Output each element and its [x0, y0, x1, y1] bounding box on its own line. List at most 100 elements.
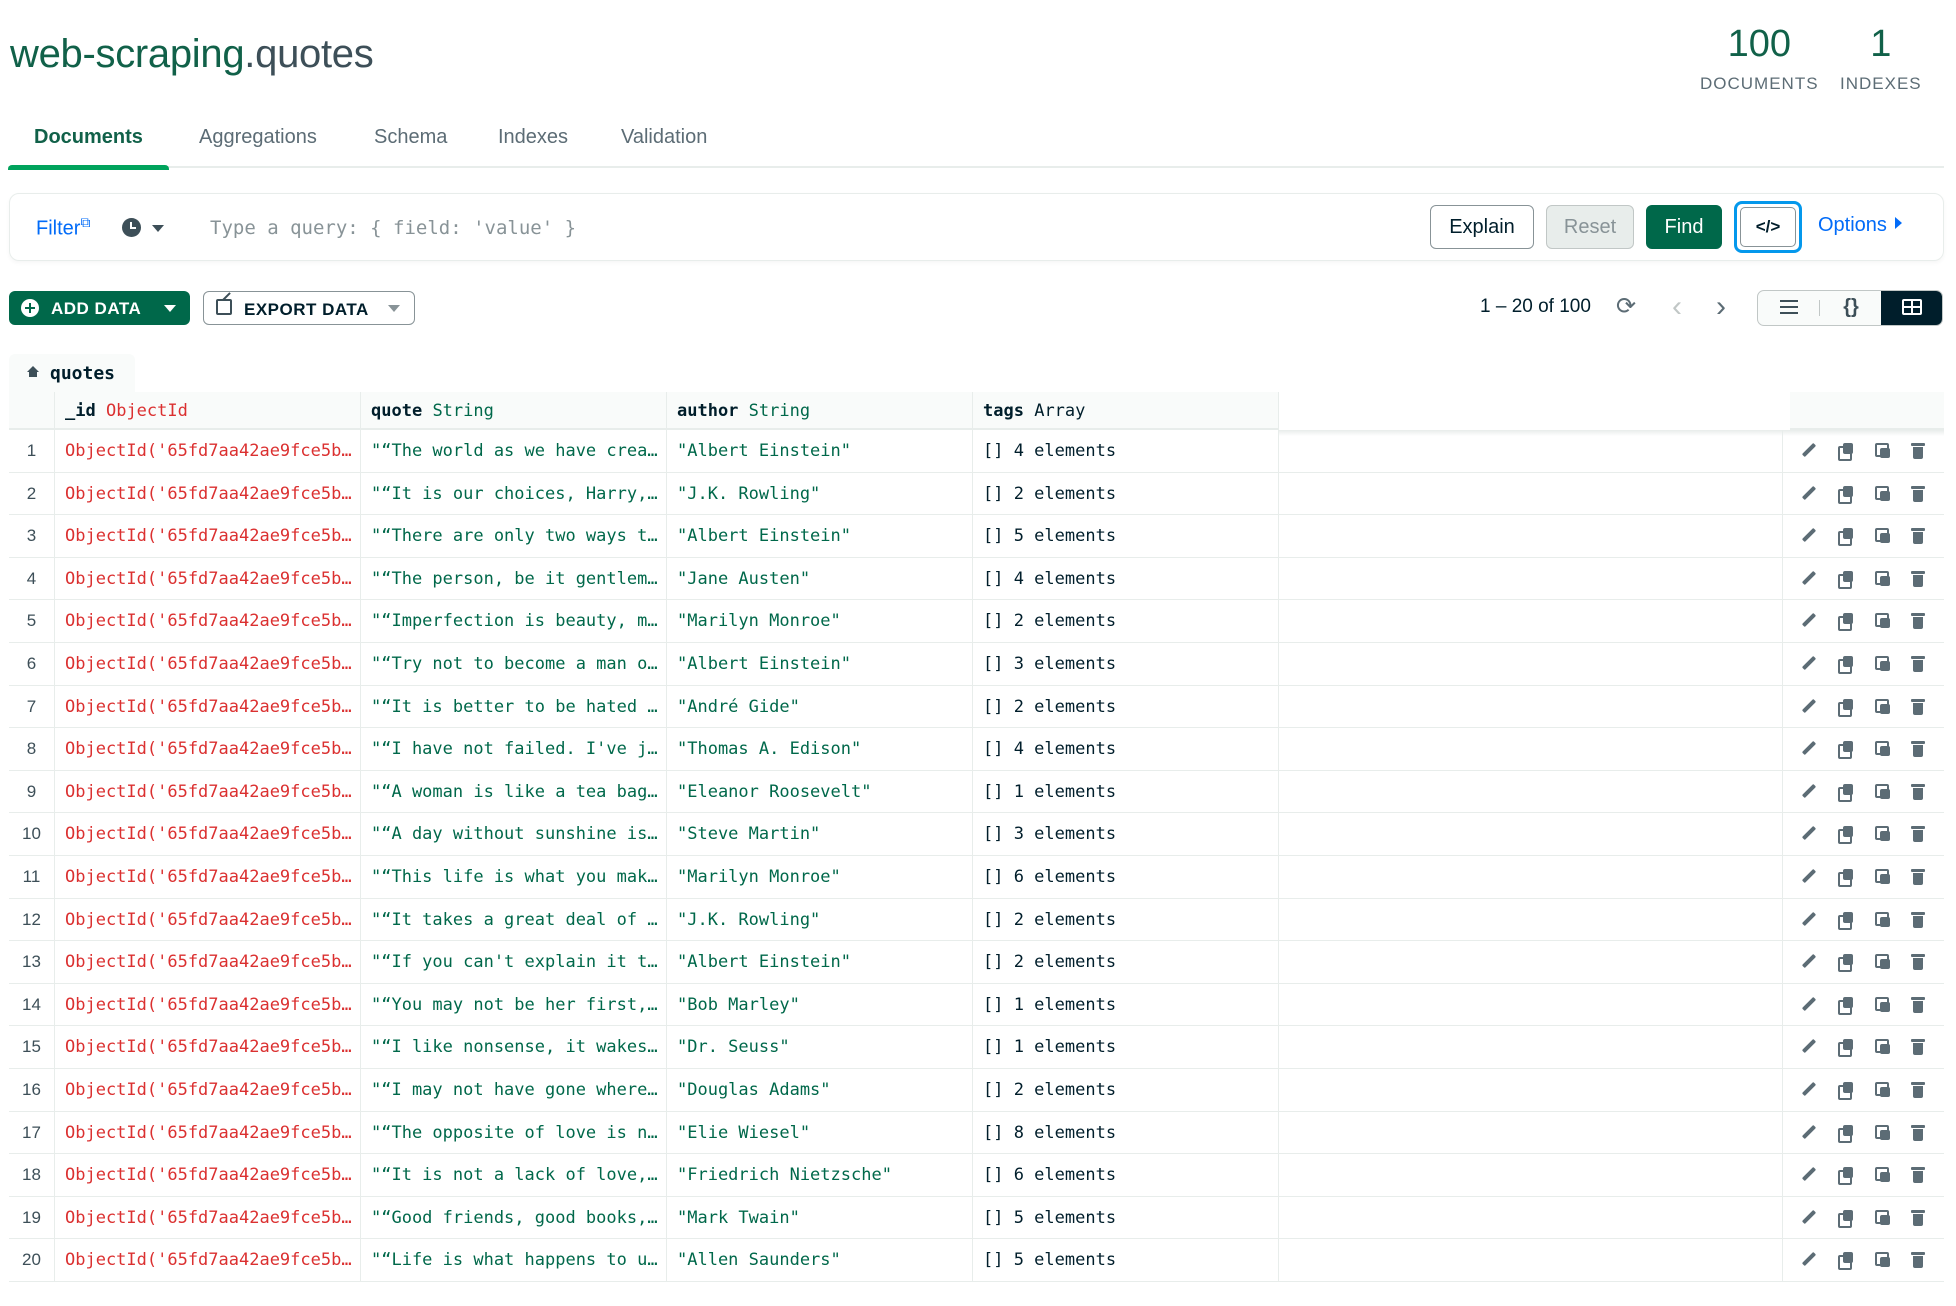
- copy-icon[interactable]: [1838, 443, 1854, 461]
- table-row[interactable]: 5 ObjectId('65fd7aa42ae9fce5b… "“Imperfect…: [9, 600, 1944, 643]
- edit-icon[interactable]: [1801, 912, 1817, 928]
- cell-id[interactable]: ObjectId('65fd7aa42ae9fce5b…: [55, 642, 361, 685]
- clone-icon[interactable]: [1875, 698, 1891, 715]
- cell-author[interactable]: "Allen Saunders": [667, 1239, 973, 1281]
- cell-id[interactable]: ObjectId('65fd7aa42ae9fce5b…: [55, 813, 361, 855]
- delete-icon[interactable]: [1910, 1252, 1926, 1269]
- cell-id[interactable]: ObjectId('65fd7aa42ae9fce5b…: [55, 1111, 361, 1154]
- cell-tags[interactable]: [] 6 elements: [973, 1154, 1279, 1196]
- cell-id[interactable]: ObjectId('65fd7aa42ae9fce5b…: [55, 1196, 361, 1239]
- table-row[interactable]: 9 ObjectId('65fd7aa42ae9fce5b… "“A woman i…: [9, 770, 1944, 814]
- cell-author[interactable]: "Thomas A. Edison": [667, 728, 973, 770]
- breadcrumb[interactable]: quotes: [9, 354, 135, 392]
- cell-author[interactable]: "Albert Einstein": [667, 642, 973, 685]
- tab-validation[interactable]: Validation: [595, 122, 733, 168]
- cell-quote[interactable]: "“The person, be it gentlem…: [361, 557, 667, 600]
- cell-quote[interactable]: "“Try not to become a man o…: [361, 642, 667, 685]
- cell-author[interactable]: "Douglas Adams": [667, 1068, 973, 1111]
- filter-link[interactable]: Filter⧉: [36, 214, 90, 241]
- copy-icon[interactable]: [1838, 1252, 1854, 1271]
- edit-icon[interactable]: [1801, 1039, 1817, 1055]
- clone-icon[interactable]: [1875, 1124, 1891, 1141]
- table-row[interactable]: 1 ObjectId('65fd7aa42ae9fce5b… "“The world…: [9, 430, 1944, 473]
- clone-icon[interactable]: [1875, 826, 1891, 842]
- edit-icon[interactable]: [1801, 826, 1817, 842]
- chevron-left-icon[interactable]: ‹: [1672, 292, 1682, 322]
- delete-icon[interactable]: [1910, 868, 1926, 885]
- delete-icon[interactable]: [1910, 826, 1926, 843]
- cell-quote[interactable]: "“If you can't explain it t…: [361, 941, 667, 983]
- clone-icon[interactable]: [1875, 570, 1891, 587]
- table-row[interactable]: 14 ObjectId('65fd7aa42ae9fce5b… "“You may …: [9, 983, 1944, 1027]
- cell-tags[interactable]: [] 2 elements: [973, 898, 1279, 941]
- edit-icon[interactable]: [1801, 1125, 1817, 1141]
- copy-icon[interactable]: [1838, 1124, 1854, 1143]
- json-view-button[interactable]: {}: [1820, 291, 1882, 325]
- cell-id[interactable]: ObjectId('65fd7aa42ae9fce5b…: [55, 1068, 361, 1111]
- cell-tags[interactable]: [] 5 elements: [973, 1239, 1279, 1281]
- copy-icon[interactable]: [1838, 783, 1854, 802]
- cell-id[interactable]: ObjectId('65fd7aa42ae9fce5b…: [55, 685, 361, 728]
- copy-icon[interactable]: [1838, 485, 1854, 504]
- column-header-id[interactable]: _id ObjectId: [55, 392, 361, 430]
- clone-icon[interactable]: [1875, 1167, 1891, 1183]
- cell-quote[interactable]: "“A day without sunshine is…: [361, 813, 667, 855]
- tab-documents[interactable]: Documents: [8, 122, 169, 170]
- cell-quote[interactable]: "“This life is what you mak…: [361, 855, 667, 898]
- cell-tags[interactable]: [] 4 elements: [973, 728, 1279, 770]
- delete-icon[interactable]: [1910, 783, 1926, 800]
- clone-icon[interactable]: [1875, 1252, 1891, 1268]
- cell-tags[interactable]: [] 5 elements: [973, 515, 1279, 557]
- table-row[interactable]: 11 ObjectId('65fd7aa42ae9fce5b… "“This lif…: [9, 855, 1944, 899]
- cell-tags[interactable]: [] 3 elements: [973, 813, 1279, 855]
- delete-icon[interactable]: [1910, 698, 1926, 715]
- open-query-code-button[interactable]: </>: [1734, 201, 1802, 253]
- column-header-tags[interactable]: tags Array: [973, 392, 1279, 430]
- copy-icon[interactable]: [1838, 613, 1854, 632]
- find-button[interactable]: Find: [1646, 205, 1722, 249]
- clone-icon[interactable]: [1875, 741, 1891, 757]
- table-row[interactable]: 12 ObjectId('65fd7aa42ae9fce5b… "“It takes…: [9, 898, 1944, 942]
- cell-tags[interactable]: [] 2 elements: [973, 472, 1279, 515]
- cell-author[interactable]: "Marilyn Monroe": [667, 600, 973, 642]
- cell-tags[interactable]: [] 1 elements: [973, 770, 1279, 813]
- cell-quote[interactable]: "“I have not failed. I've j…: [361, 728, 667, 770]
- table-row[interactable]: 15 ObjectId('65fd7aa42ae9fce5b… "“I like n…: [9, 1026, 1944, 1069]
- copy-icon[interactable]: [1838, 528, 1854, 547]
- refresh-icon[interactable]: ⟳: [1614, 295, 1638, 320]
- cell-id[interactable]: ObjectId('65fd7aa42ae9fce5b…: [55, 770, 361, 813]
- delete-icon[interactable]: [1910, 911, 1926, 928]
- copy-icon[interactable]: [1838, 698, 1854, 717]
- cell-tags[interactable]: [] 1 elements: [973, 983, 1279, 1026]
- cell-quote[interactable]: "“It is better to be hated …: [361, 685, 667, 728]
- cell-id[interactable]: ObjectId('65fd7aa42ae9fce5b…: [55, 898, 361, 941]
- copy-icon[interactable]: [1838, 868, 1854, 887]
- table-row[interactable]: 8 ObjectId('65fd7aa42ae9fce5b… "“I have no…: [9, 728, 1944, 771]
- delete-icon[interactable]: [1910, 1124, 1926, 1141]
- cell-id[interactable]: ObjectId('65fd7aa42ae9fce5b…: [55, 600, 361, 642]
- copy-icon[interactable]: [1838, 954, 1854, 973]
- cell-id[interactable]: ObjectId('65fd7aa42ae9fce5b…: [55, 472, 361, 515]
- delete-icon[interactable]: [1910, 1209, 1926, 1226]
- cell-author[interactable]: "Jane Austen": [667, 557, 973, 600]
- delete-icon[interactable]: [1910, 954, 1926, 971]
- copy-icon[interactable]: [1838, 1167, 1854, 1186]
- table-row[interactable]: 20 ObjectId('65fd7aa42ae9fce5b… "“Life is …: [9, 1239, 1944, 1282]
- delete-icon[interactable]: [1910, 528, 1926, 545]
- clone-icon[interactable]: [1875, 485, 1891, 502]
- cell-id[interactable]: ObjectId('65fd7aa42ae9fce5b…: [55, 1026, 361, 1068]
- clone-icon[interactable]: [1875, 954, 1891, 970]
- copy-icon[interactable]: [1838, 1209, 1854, 1228]
- clone-icon[interactable]: [1875, 911, 1891, 928]
- query-history-button[interactable]: [122, 216, 170, 240]
- clone-icon[interactable]: [1875, 996, 1891, 1013]
- cell-tags[interactable]: [] 2 elements: [973, 941, 1279, 983]
- cell-quote[interactable]: "“It is our choices, Harry,…: [361, 472, 667, 515]
- copy-icon[interactable]: [1838, 1039, 1854, 1058]
- cell-author[interactable]: "Mark Twain": [667, 1196, 973, 1239]
- cell-author[interactable]: "Friedrich Nietzsche": [667, 1154, 973, 1196]
- edit-icon[interactable]: [1801, 528, 1817, 544]
- explain-button[interactable]: Explain: [1430, 205, 1534, 249]
- export-data-button[interactable]: EXPORT DATA: [203, 291, 415, 325]
- cell-author[interactable]: "Albert Einstein": [667, 941, 973, 983]
